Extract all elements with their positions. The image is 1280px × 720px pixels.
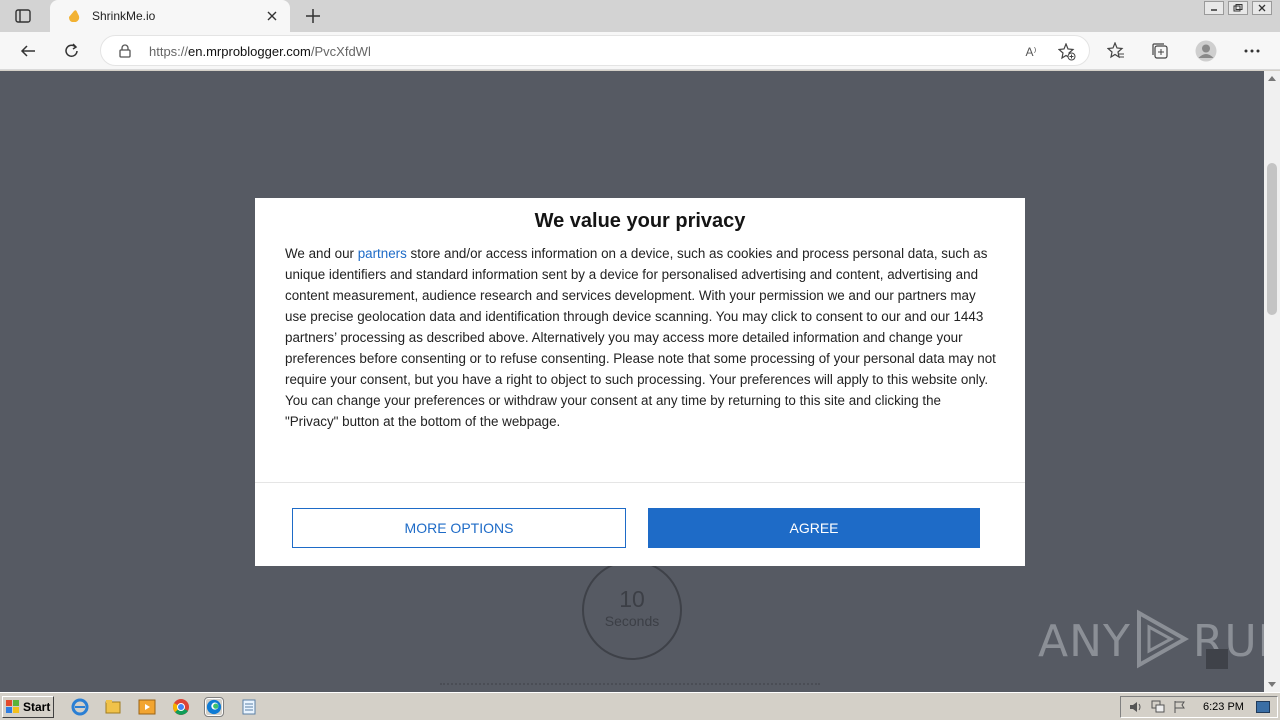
tab-shrinkme[interactable]: ShrinkMe.io [50, 0, 290, 32]
add-favorite-icon[interactable] [1056, 41, 1078, 63]
close-window-icon[interactable] [1252, 1, 1272, 15]
file-explorer-icon[interactable] [104, 698, 122, 716]
partners-link[interactable]: partners [358, 246, 407, 261]
network-icon[interactable] [1151, 700, 1165, 714]
show-desktop-icon[interactable] [1255, 701, 1270, 713]
privacy-consent-dialog: We value your privacy We and our partner… [255, 198, 1025, 566]
tab-actions-icon[interactable] [12, 6, 34, 26]
restore-icon[interactable] [1228, 1, 1248, 15]
watermark-right: RUN [1192, 616, 1264, 667]
lock-icon[interactable] [119, 44, 131, 63]
more-options-button[interactable]: MORE OPTIONS [292, 508, 626, 548]
action-center-flag-icon[interactable] [1173, 700, 1187, 714]
back-icon[interactable] [16, 39, 40, 63]
address-bar[interactable]: https://en.mrproblogger.com/PvcXfdWl A⁾ [100, 35, 1090, 66]
windows-taskbar: Start 6:23 PM [0, 692, 1280, 720]
url-text: https://en.mrproblogger.com/PvcXfdWl [149, 44, 371, 59]
obscured-page-text [440, 683, 820, 691]
page-viewport: 10 Seconds ANY RUN We value your privacy… [0, 71, 1264, 692]
watermark-left: ANY [1038, 616, 1131, 667]
dialog-body: We and our partners store and/or access … [285, 246, 996, 429]
new-tab-icon[interactable] [302, 5, 324, 27]
countdown-timer: 10 Seconds [582, 560, 682, 660]
browser-toolbar: https://en.mrproblogger.com/PvcXfdWl A⁾ [0, 32, 1280, 70]
media-player-icon[interactable] [138, 698, 156, 716]
edge-icon[interactable] [204, 697, 224, 717]
internet-explorer-icon[interactable] [71, 698, 89, 716]
profile-avatar-icon[interactable] [1194, 39, 1218, 63]
vertical-scrollbar[interactable] [1264, 71, 1280, 692]
dialog-divider [255, 482, 1025, 483]
scrollbar-thumb[interactable] [1267, 163, 1277, 315]
scroll-to-top-icon[interactable] [1206, 649, 1228, 669]
countdown-value: 10 [619, 586, 645, 612]
tab-title: ShrinkMe.io [92, 9, 156, 23]
minimize-icon[interactable] [1204, 1, 1224, 15]
tab-strip: ShrinkMe.io [0, 0, 1280, 32]
start-label: Start [23, 700, 51, 714]
collections-icon[interactable] [1148, 39, 1172, 63]
favorites-icon[interactable] [1104, 39, 1128, 63]
scroll-down-icon[interactable] [1268, 682, 1276, 687]
tab-close-icon[interactable] [260, 4, 284, 28]
anyrun-watermark: ANY RUN [1038, 609, 1264, 674]
volume-icon[interactable] [1129, 700, 1143, 714]
read-aloud-icon[interactable]: A⁾ [1021, 42, 1041, 62]
more-menu-icon[interactable] [1240, 39, 1264, 63]
taskbar-clock[interactable]: 6:23 PM [1203, 701, 1244, 713]
countdown-unit: Seconds [604, 613, 660, 629]
start-button[interactable]: Start [2, 696, 54, 718]
hand-favicon-icon [66, 8, 82, 24]
system-tray: 6:23 PM [1120, 696, 1278, 718]
agree-button[interactable]: AGREE [648, 508, 980, 548]
notepad-icon[interactable] [240, 698, 258, 716]
window-controls [1204, 1, 1272, 15]
refresh-icon[interactable] [60, 39, 84, 63]
windows-flag-icon [6, 700, 19, 713]
scroll-up-icon[interactable] [1268, 76, 1276, 81]
chrome-icon[interactable] [172, 698, 190, 716]
play-logo-icon [1135, 609, 1189, 674]
dialog-title: We value your privacy [534, 210, 746, 232]
